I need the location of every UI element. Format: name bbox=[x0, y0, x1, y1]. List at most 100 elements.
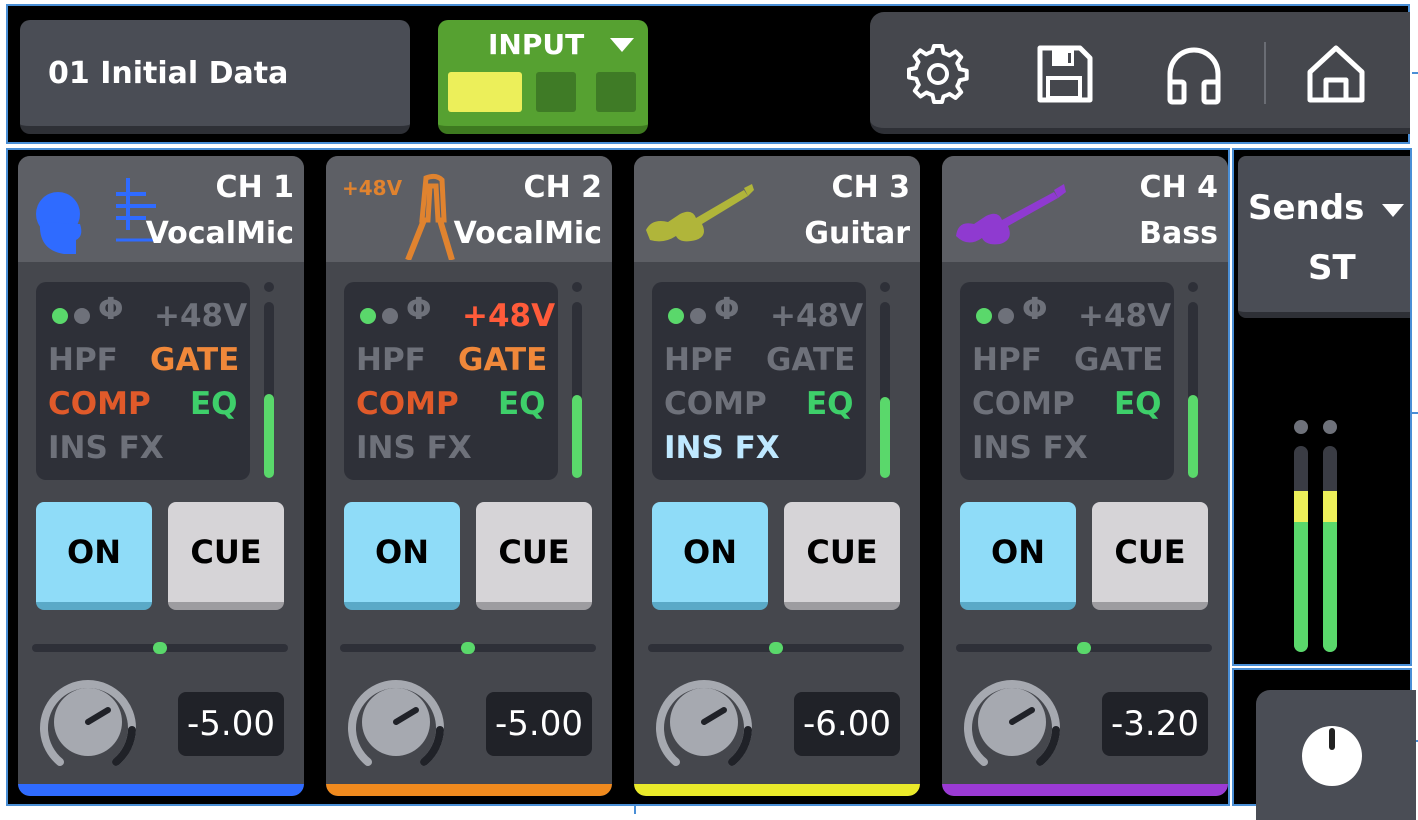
hpf-label: HPF bbox=[48, 342, 118, 378]
frame-tick bbox=[1412, 72, 1418, 74]
eq-label: EQ bbox=[190, 386, 238, 422]
peak-led bbox=[74, 308, 90, 324]
scene-button[interactable]: 01 Initial Data bbox=[20, 20, 410, 134]
ins-fx-label: INS FX bbox=[972, 430, 1088, 466]
phase-icon: Φ bbox=[406, 292, 432, 327]
on-label: ON bbox=[375, 533, 429, 571]
peak-led bbox=[382, 308, 398, 324]
level-readout[interactable]: -6.00 bbox=[794, 692, 900, 756]
phantom-power-label: +48V bbox=[770, 298, 864, 334]
level-value: -5.00 bbox=[187, 704, 275, 744]
eq-label: EQ bbox=[1114, 386, 1162, 422]
peak-led bbox=[690, 308, 706, 324]
channel-name: Guitar bbox=[804, 216, 910, 251]
hpf-label: HPF bbox=[664, 342, 734, 378]
level-knob-icon[interactable] bbox=[32, 666, 144, 778]
eq-label: EQ bbox=[498, 386, 546, 422]
level-knob-icon[interactable] bbox=[340, 666, 452, 778]
channel-strip-2: +48V CH 2 VocalMic Φ +48V HPF GATE COMP … bbox=[326, 156, 612, 796]
gear-icon[interactable] bbox=[906, 42, 970, 106]
level-knob-icon[interactable] bbox=[648, 666, 760, 778]
on-button[interactable]: ON bbox=[960, 502, 1076, 610]
level-readout[interactable]: -3.20 bbox=[1102, 692, 1208, 756]
channel-meter-fill bbox=[1188, 395, 1198, 478]
channel-name: VocalMic bbox=[453, 216, 602, 251]
st-left-meter bbox=[1294, 446, 1308, 652]
home-icon[interactable] bbox=[1304, 42, 1368, 106]
frame-tick bbox=[634, 806, 636, 814]
sends-select-button[interactable]: Sends ST bbox=[1238, 156, 1410, 318]
channel-header[interactable]: CH 1 VocalMic bbox=[18, 156, 304, 262]
channel-strip-3: CH 3 Guitar Φ +48V HPF GATE COMP EQ INS … bbox=[634, 156, 920, 796]
on-button[interactable]: ON bbox=[652, 502, 768, 610]
level-knob-icon[interactable] bbox=[956, 666, 1068, 778]
channel-strip-4: CH 4 Bass Φ +48V HPF GATE COMP EQ INS FX… bbox=[942, 156, 1228, 796]
channel-header[interactable]: CH 3 Guitar bbox=[634, 156, 920, 262]
peak-led bbox=[998, 308, 1014, 324]
channel-color-bar bbox=[634, 784, 920, 796]
channel-header[interactable]: +48V CH 2 VocalMic bbox=[326, 156, 612, 262]
processing-block[interactable]: Φ +48V HPF GATE COMP EQ INS FX bbox=[652, 282, 866, 480]
pan-indicator[interactable] bbox=[769, 642, 783, 654]
cue-button[interactable]: CUE bbox=[1092, 502, 1208, 610]
save-icon[interactable] bbox=[1032, 42, 1096, 106]
phantom-power-label: +48V bbox=[462, 298, 556, 334]
level-readout[interactable]: -5.00 bbox=[486, 692, 592, 756]
cue-button[interactable]: CUE bbox=[168, 502, 284, 610]
channel-meter-fill bbox=[572, 395, 582, 478]
signal-led bbox=[52, 308, 68, 324]
cue-label: CUE bbox=[806, 533, 878, 571]
comp-label: COMP bbox=[972, 386, 1075, 422]
caret-down-icon bbox=[1382, 204, 1404, 217]
st-right-meter-green bbox=[1323, 522, 1337, 652]
caret-down-icon bbox=[610, 38, 634, 52]
pan-indicator[interactable] bbox=[1077, 642, 1091, 654]
meter-peak-led bbox=[572, 282, 582, 292]
eq-label: EQ bbox=[806, 386, 854, 422]
on-label: ON bbox=[991, 533, 1045, 571]
phase-icon: Φ bbox=[98, 292, 124, 327]
processing-block[interactable]: Φ +48V HPF GATE COMP EQ INS FX bbox=[36, 282, 250, 480]
toolbar-separator bbox=[1264, 42, 1266, 104]
pan-indicator[interactable] bbox=[153, 642, 167, 654]
layer-select-button[interactable]: INPUT bbox=[438, 20, 648, 134]
master-knob-button[interactable] bbox=[1256, 690, 1416, 820]
channel-name: VocalMic bbox=[145, 216, 294, 251]
channel-color-bar bbox=[942, 784, 1228, 796]
channel-meter-fill bbox=[880, 397, 890, 478]
phantom-badge: +48V bbox=[342, 176, 403, 200]
scene-label: 01 Initial Data bbox=[48, 55, 289, 91]
gate-label: GATE bbox=[150, 342, 240, 378]
st-left-meter-green bbox=[1294, 522, 1308, 652]
on-button[interactable]: ON bbox=[36, 502, 152, 610]
st-left-meter-yellow bbox=[1294, 491, 1308, 522]
phantom-power-label: +48V bbox=[1078, 298, 1172, 334]
meter-peak-led bbox=[1188, 282, 1198, 292]
meter-peak-led bbox=[880, 282, 890, 292]
comp-label: COMP bbox=[664, 386, 767, 422]
processing-block[interactable]: Φ +48V HPF GATE COMP EQ INS FX bbox=[344, 282, 558, 480]
phase-icon: Φ bbox=[714, 292, 740, 327]
level-readout[interactable]: -5.00 bbox=[178, 692, 284, 756]
processing-block[interactable]: Φ +48V HPF GATE COMP EQ INS FX bbox=[960, 282, 1174, 480]
pan-indicator[interactable] bbox=[461, 642, 475, 654]
headphones-icon[interactable] bbox=[1162, 42, 1226, 106]
sends-label: Sends bbox=[1248, 188, 1365, 228]
channel-meter-fill bbox=[264, 394, 274, 478]
signal-led bbox=[976, 308, 992, 324]
channel-header[interactable]: CH 4 Bass bbox=[942, 156, 1228, 262]
comp-label: COMP bbox=[356, 386, 459, 422]
bass-guitar-icon bbox=[948, 170, 1098, 260]
layer-3-indicator bbox=[596, 72, 636, 112]
signal-led bbox=[360, 308, 376, 324]
cue-label: CUE bbox=[190, 533, 262, 571]
channel-color-bar bbox=[18, 784, 304, 796]
on-button[interactable]: ON bbox=[344, 502, 460, 610]
layer-2-indicator bbox=[536, 72, 576, 112]
channel-number: CH 2 bbox=[523, 170, 602, 205]
cue-button[interactable]: CUE bbox=[784, 502, 900, 610]
phantom-power-label: +48V bbox=[154, 298, 248, 334]
cue-button[interactable]: CUE bbox=[476, 502, 592, 610]
hpf-label: HPF bbox=[972, 342, 1042, 378]
st-left-peak-led bbox=[1294, 420, 1308, 434]
